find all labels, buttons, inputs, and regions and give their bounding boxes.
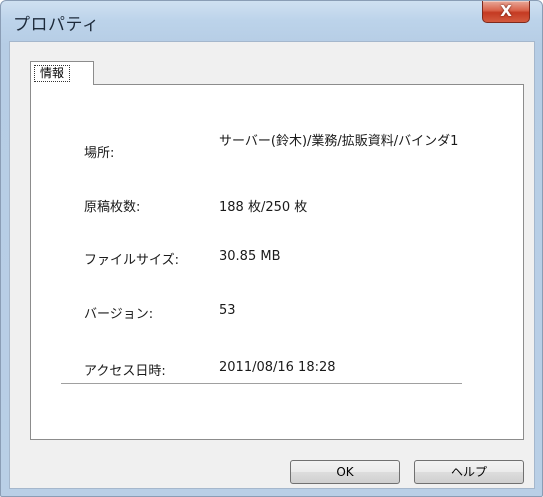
file-size-label: ファイルサイズ: <box>84 253 179 268</box>
page-count-label: 原稿枚数: <box>84 200 141 215</box>
close-icon: X <box>500 2 512 20</box>
tab-info-label: 情報 <box>34 65 71 82</box>
access-time-value: 2011/08/16 18:28 <box>219 360 336 375</box>
file-size-value: 30.85 MB <box>219 249 281 264</box>
window-title: プロパティ <box>13 15 100 35</box>
page-count-value: 188 枚/250 枚 <box>219 200 308 215</box>
divider <box>61 383 462 384</box>
ok-button[interactable]: OK <box>290 460 400 484</box>
dialog-body: 情報 場所: サーバー(鈴木)/業務/拡販資料/バインダ1 原稿枚数: 188 … <box>9 41 535 489</box>
help-button[interactable]: ヘルプ <box>414 460 524 484</box>
tab-info[interactable]: 情報 <box>30 61 94 85</box>
close-button[interactable]: X <box>482 1 530 23</box>
properties-dialog: プロパティ X 情報 場所: サーバー(鈴木)/業務/拡販資料/バインダ1 原稿… <box>0 0 543 497</box>
location-label: 場所: <box>84 146 115 161</box>
version-value: 53 <box>219 303 236 318</box>
info-panel: 場所: サーバー(鈴木)/業務/拡販資料/バインダ1 原稿枚数: 188 枚/2… <box>30 84 524 440</box>
access-time-label: アクセス日時: <box>84 364 166 379</box>
version-label: バージョン: <box>84 307 154 322</box>
title-bar[interactable]: プロパティ X <box>1 1 542 41</box>
location-value: サーバー(鈴木)/業務/拡販資料/バインダ1 <box>219 134 459 149</box>
